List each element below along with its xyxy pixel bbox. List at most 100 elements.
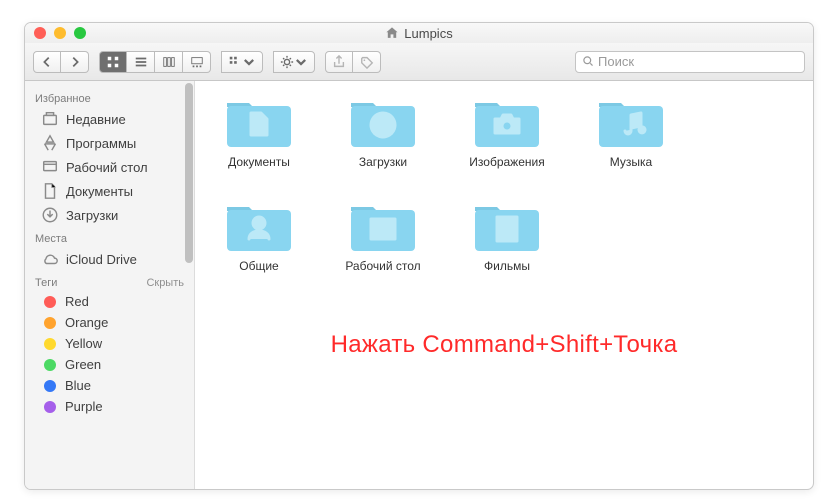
recents-icon xyxy=(41,110,59,128)
view-icon-button[interactable] xyxy=(99,51,127,73)
tag-dot-icon xyxy=(44,296,56,308)
action-menu-button[interactable] xyxy=(273,51,315,73)
chevron-left-icon xyxy=(40,55,54,69)
gear-icon xyxy=(280,55,294,69)
sidebar-item-applications[interactable]: Программы xyxy=(25,131,194,155)
traffic-lights xyxy=(34,27,86,39)
finder-window: Lumpics xyxy=(24,22,814,490)
tag-dot-icon xyxy=(44,359,56,371)
back-button[interactable] xyxy=(33,51,61,73)
folder-item[interactable]: Изображения xyxy=(461,93,553,169)
tags-button[interactable] xyxy=(353,51,381,73)
folder-item[interactable]: Фильмы xyxy=(461,197,553,273)
forward-button[interactable] xyxy=(61,51,89,73)
sidebar-item-label: Недавние xyxy=(66,112,126,127)
annotation-text: Нажать Command+Shift+Точка xyxy=(195,331,813,359)
cloud-icon xyxy=(41,250,59,268)
sidebar-scrollbar[interactable] xyxy=(185,83,193,487)
tag-icon xyxy=(360,55,374,69)
folder-item[interactable]: Общие xyxy=(213,197,305,273)
sidebar-item-recents[interactable]: Недавние xyxy=(25,107,194,131)
folders-grid: Документы Загрузки Изображения Музыка Общие Р… xyxy=(213,93,795,273)
tag-dot-icon xyxy=(44,317,56,329)
window-title: Lumpics xyxy=(385,26,452,41)
view-gallery-button[interactable] xyxy=(183,51,211,73)
list-icon xyxy=(134,55,148,69)
search-input[interactable] xyxy=(598,54,798,69)
arrange-button[interactable] xyxy=(221,51,263,73)
folder-item[interactable]: Рабочий стол xyxy=(337,197,429,273)
tags-heading: Теги Скрыть xyxy=(25,271,194,291)
sidebar-tag-item[interactable]: Yellow xyxy=(25,333,194,354)
sidebar-item-documents[interactable]: Документы xyxy=(25,179,194,203)
locations-heading-text: Места xyxy=(35,233,67,245)
maximize-button[interactable] xyxy=(74,27,86,39)
view-list-button[interactable] xyxy=(127,51,155,73)
sidebar-item-label: Green xyxy=(65,357,101,372)
chevron-down-icon xyxy=(242,55,256,69)
sidebar-scrollbar-thumb[interactable] xyxy=(185,83,193,263)
folder-label: Загрузки xyxy=(359,155,407,169)
folder-icon xyxy=(223,197,295,255)
share-button[interactable] xyxy=(325,51,353,73)
window-title-text: Lumpics xyxy=(404,26,452,41)
sidebar-item-downloads[interactable]: Загрузки xyxy=(25,203,194,227)
search-icon xyxy=(582,55,594,67)
search-box[interactable] xyxy=(575,51,805,73)
sidebar-tag-item[interactable]: Blue xyxy=(25,375,194,396)
folder-item[interactable]: Загрузки xyxy=(337,93,429,169)
body: Избранное Недавние Программы Рабочий сто… xyxy=(25,81,813,489)
sidebar-tag-item[interactable]: Green xyxy=(25,354,194,375)
sidebar-item-label: Документы xyxy=(66,184,133,199)
sidebar-item-icloud[interactable]: iCloud Drive xyxy=(25,247,194,271)
sidebar-item-label: Orange xyxy=(65,315,108,330)
folder-item[interactable]: Документы xyxy=(213,93,305,169)
nav-buttons xyxy=(33,51,89,73)
titlebar: Lumpics xyxy=(25,23,813,43)
folder-icon xyxy=(471,93,543,151)
sidebar-item-label: Загрузки xyxy=(66,208,118,223)
chevron-down-icon xyxy=(294,55,308,69)
minimize-button[interactable] xyxy=(54,27,66,39)
arrange-buttons xyxy=(221,51,263,73)
downloads-icon xyxy=(41,206,59,224)
folder-label: Фильмы xyxy=(484,259,530,273)
folder-label: Документы xyxy=(228,155,290,169)
sidebar-item-label: iCloud Drive xyxy=(66,252,137,267)
view-columns-button[interactable] xyxy=(155,51,183,73)
share-buttons xyxy=(325,51,381,73)
folder-label: Изображения xyxy=(469,155,544,169)
tag-dot-icon xyxy=(44,401,56,413)
home-icon xyxy=(385,26,399,40)
sidebar: Избранное Недавние Программы Рабочий сто… xyxy=(25,81,195,489)
favorites-heading: Избранное xyxy=(25,87,194,107)
folder-icon xyxy=(347,197,419,255)
applications-icon xyxy=(41,134,59,152)
close-button[interactable] xyxy=(34,27,46,39)
sidebar-item-label: Blue xyxy=(65,378,91,393)
folder-label: Общие xyxy=(239,259,278,273)
view-buttons xyxy=(99,51,211,73)
sidebar-tag-item[interactable]: Orange xyxy=(25,312,194,333)
action-buttons xyxy=(273,51,315,73)
folder-item[interactable]: Музыка xyxy=(585,93,677,169)
favorites-heading-text: Избранное xyxy=(35,93,91,105)
sidebar-tag-item[interactable]: Purple xyxy=(25,396,194,417)
folder-label: Музыка xyxy=(610,155,652,169)
tags-hide-button[interactable]: Скрыть xyxy=(146,277,184,289)
sidebar-item-desktop[interactable]: Рабочий стол xyxy=(25,155,194,179)
sidebar-item-label: Рабочий стол xyxy=(66,160,148,175)
sidebar-item-label: Purple xyxy=(65,399,103,414)
columns-icon xyxy=(162,55,176,69)
folder-icon xyxy=(471,197,543,255)
folder-label: Рабочий стол xyxy=(345,259,420,273)
grid-small-icon xyxy=(228,55,242,69)
sidebar-tag-item[interactable]: Red xyxy=(25,291,194,312)
locations-heading: Места xyxy=(25,227,194,247)
share-icon xyxy=(332,55,346,69)
tag-dot-icon xyxy=(44,380,56,392)
sidebar-item-label: Red xyxy=(65,294,89,309)
gallery-icon xyxy=(190,55,204,69)
tags-heading-text: Теги xyxy=(35,277,57,289)
content-area[interactable]: Документы Загрузки Изображения Музыка Общие Р… xyxy=(195,81,813,489)
